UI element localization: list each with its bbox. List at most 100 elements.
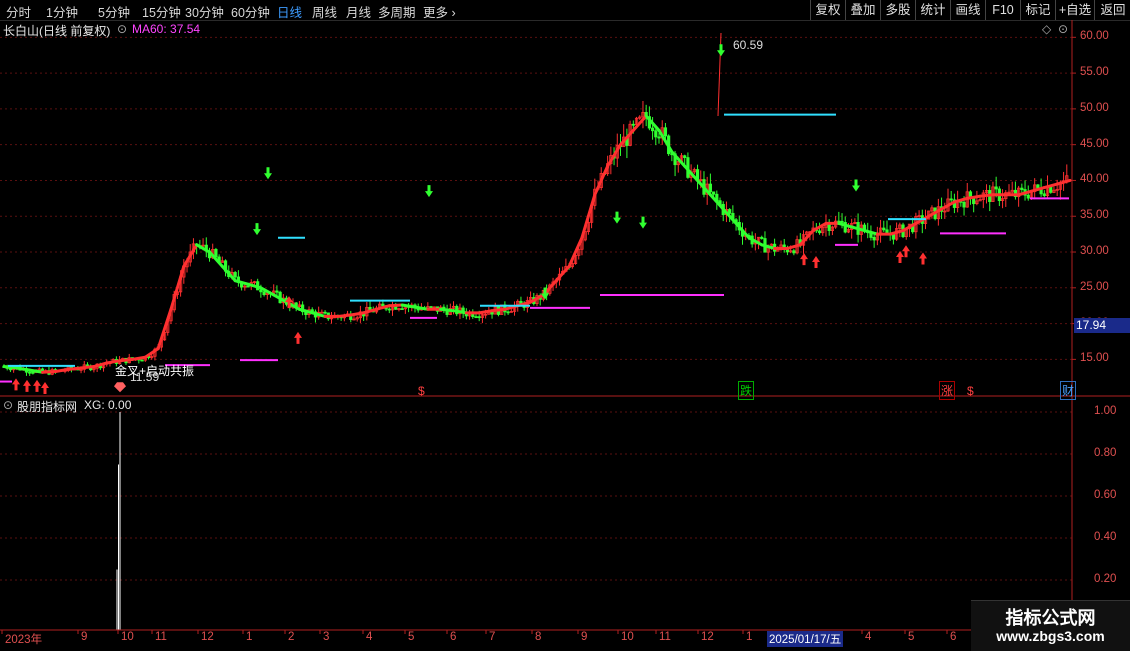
candle-body [1020,187,1024,190]
more-periods-button[interactable]: 更多 › [423,2,456,21]
period-tab-1min[interactable]: 1分钟 [46,2,78,21]
back-button[interactable]: 返回 [1094,0,1130,20]
settings-dot-icon[interactable]: ⊙ [1058,22,1068,36]
ma-line-segment [349,311,366,317]
cursor-date: 2025/01/17/五 [767,631,844,647]
marker-dollar: $ [418,384,425,398]
candle-body [28,371,32,374]
chevron-right-icon: › [448,6,456,20]
diamond-icon[interactable]: ◇ [1042,22,1051,36]
marker-down: 跌 [738,381,755,400]
time-tick-label: 12 [701,631,714,643]
candle-body [872,237,876,241]
period-tab-5min[interactable]: 5分钟 [98,2,130,21]
price-tick-label: 40.00 [1080,173,1109,186]
ma-line-segment [1055,178,1072,186]
time-tick-label: 8 [535,631,542,643]
marker-finance: 财 [1060,381,1077,400]
f10-button[interactable]: F10 [985,0,1020,20]
buy-arrow-icon [12,378,20,391]
candle-body [1026,194,1030,199]
period-tab-monthly[interactable]: 月线 [346,2,371,21]
candle-body [708,183,712,193]
ma-line-segment [837,221,854,229]
candle-body [275,290,279,293]
time-tick-label: 1 [246,631,253,643]
time-tick-label: 3 [323,631,330,643]
price-tick-label: 35.00 [1080,209,1109,222]
candle-body [663,127,668,137]
gem-icon [114,382,126,393]
candle-body [31,371,35,374]
candle-body [246,285,250,288]
more-label: 更多 [423,6,449,20]
ma-line-segment [400,303,417,309]
indicator-title: 股朋指标网 [17,400,78,414]
period-tab-60min[interactable]: 60分钟 [231,2,270,21]
time-tick-label: 5 [908,631,915,643]
indicator-tick-label: 0.20 [1094,573,1117,585]
buy-arrow-icon [33,379,41,392]
buy-arrow-icon [812,256,820,269]
price-tick-label: 25.00 [1080,280,1109,293]
ma-label: MA60: 37.54 [132,22,201,36]
candle-body [657,136,661,139]
candle-body [654,130,658,138]
candle-body [711,191,716,195]
time-tick-label: 1 [746,631,753,643]
stock-title: 长白山(日线 前复权) [3,24,111,38]
ma-line-segment [888,229,905,236]
add-watchlist-button[interactable]: +自选 [1055,0,1094,20]
period-tab-daily[interactable]: 日线 [277,2,302,21]
period-tab-30min[interactable]: 30分钟 [185,2,224,21]
ma-line-segment [387,303,404,308]
watermark: 指标公式网 www.zbgs3.com [971,600,1130,651]
ma-line-segment [978,193,995,198]
buy-arrow-icon [23,379,31,392]
mark-button[interactable]: 标记 [1020,0,1055,20]
chart-area[interactable] [0,20,1130,650]
fuquan-button[interactable]: 复权 [810,0,845,20]
period-tab-fenshi[interactable]: 分时 [6,2,31,21]
price-tick-label: 60.00 [1080,30,1109,43]
candle-body [891,234,896,240]
ma-line-segment [118,357,134,363]
period-tab-15min[interactable]: 15分钟 [142,2,181,21]
candle-body [1036,184,1040,189]
candle-body [882,227,886,231]
ma-line-segment [1042,182,1059,190]
statistics-button[interactable]: 统计 [915,0,950,20]
period-tab-weekly[interactable]: 周线 [312,2,337,21]
ma-line-segment [965,194,982,200]
time-tick-label: 5 [408,631,415,643]
ma-line-segment [863,229,879,236]
sell-arrow-icon [253,223,261,236]
candle-body [477,316,481,319]
indicator-value: XG: 0.00 [84,398,132,412]
overlay-button[interactable]: 叠加 [845,0,880,20]
candle-body [683,155,687,159]
ma-line-segment [413,305,430,311]
candle-body [962,201,966,208]
time-tick-label: 6 [450,631,457,643]
time-tick-label: 2023年 [5,634,43,646]
candle-body [506,311,510,314]
period-tab-multi[interactable]: 多周期 [378,2,416,21]
kline-chart[interactable] [0,20,1130,650]
ma-line-segment [336,313,353,318]
price-tick-label: 15.00 [1080,352,1109,365]
buy-arrow-icon [902,245,910,258]
collapse-toggle-icon[interactable]: ⊙ [117,22,127,36]
high-price-label: 60.59 [733,38,764,52]
candle-body [631,123,635,126]
candle-body [474,316,478,319]
indicator-tick-label: 0.60 [1094,489,1117,501]
draw-line-button[interactable]: 画线 [950,0,985,20]
time-tick-label: 2 [288,631,295,643]
indicator-toggle-icon[interactable]: ⊙ [3,398,13,412]
ma-line-segment [1017,189,1033,197]
buy-arrow-icon [41,382,49,394]
candle-body [760,236,764,239]
multi-stock-button[interactable]: 多股 [880,0,915,20]
marker-up: 涨 [939,381,956,400]
